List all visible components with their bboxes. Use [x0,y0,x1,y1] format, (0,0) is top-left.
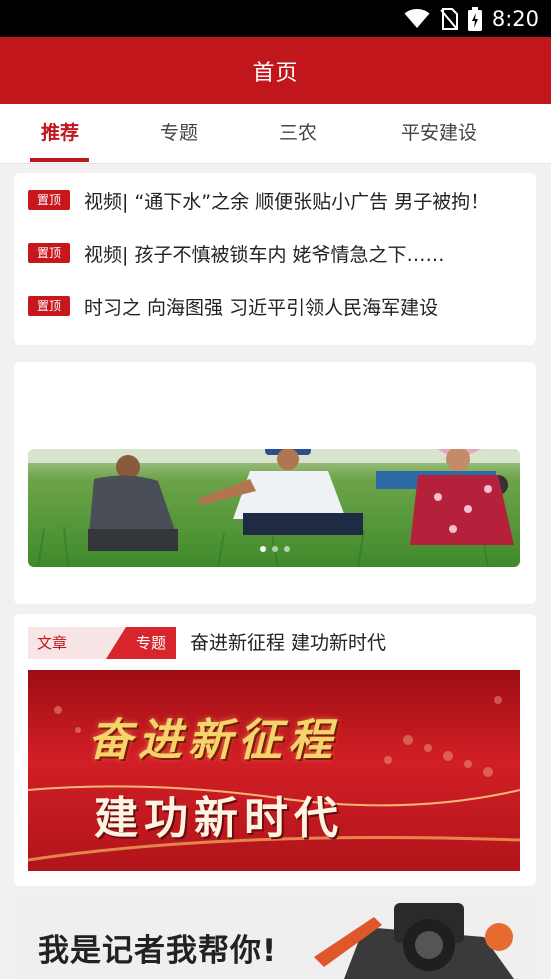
pinned-item-title: 视频| “通下水”之余 顺便张贴小广告 男子被拘！ [84,190,490,213]
topic-title[interactable]: 奋进新征程 建功新时代 [190,628,386,658]
pinned-badge: 置顶 [28,243,70,263]
tab-bar: 推荐 专题 三农 平安建设 [0,104,551,164]
battery-charging-icon [467,7,482,31]
pinned-badge: 置顶 [28,296,70,316]
pinned-item-title: 时习之 向海图强 习近平引领人民海军建设 [84,296,439,319]
banner-line-1: 奋进新征程 [88,715,338,766]
no-sim-icon [440,8,458,30]
status-time: 8:20 [491,7,539,31]
topic-banner-image[interactable]: 奋进新征程 建功新时代 [28,670,520,871]
tab-agriculture[interactable]: 三农 [267,104,329,164]
topic-tag: 文章 专题 [28,627,176,659]
wifi-icon [404,9,430,28]
reporter-help-text: 我是记者我帮你! [38,933,278,969]
pagination-dot[interactable] [272,546,278,552]
reporter-help-card[interactable]: 我是记者我帮你! [14,897,536,979]
app-header: 首页 [0,37,551,104]
status-icons: 8:20 [404,6,539,32]
tab-topics[interactable]: 专题 [148,104,210,164]
pinned-item-title: 视频| 孩子不慎被锁车内 姥爷情急之下…… [84,243,445,266]
pinned-item[interactable]: 置顶 时习之 向海图强 习近平引领人民海军建设 [28,291,518,321]
pinned-item[interactable]: 置顶 视频| 孩子不慎被锁车内 姥爷情急之下…… [28,238,518,268]
pinned-news-card: 置顶 视频| “通下水”之余 顺便张贴小广告 男子被拘！ 置顶 视频| 孩子不慎… [14,173,536,345]
tab-safety-construction[interactable]: 平安建设 [386,104,492,164]
banner-pagination [14,546,536,554]
pinned-item[interactable]: 置顶 视频| “通下水”之余 顺便张贴小广告 男子被拘！ [28,185,518,215]
active-tab-indicator [30,158,89,162]
page-title: 首页 [252,60,299,86]
tab-recommended[interactable]: 推荐 [29,104,91,164]
status-bar: 8:20 [0,0,551,37]
banner-line-2: 建功新时代 [94,793,344,844]
topic-card: 文章 专题 奋进新征程 建功新时代 奋进新征程 建功新时代 [14,614,536,886]
pagination-dot[interactable] [260,546,266,552]
pagination-dot[interactable] [284,546,290,552]
pinned-badge: 置顶 [28,190,70,210]
banner-card [14,362,536,604]
